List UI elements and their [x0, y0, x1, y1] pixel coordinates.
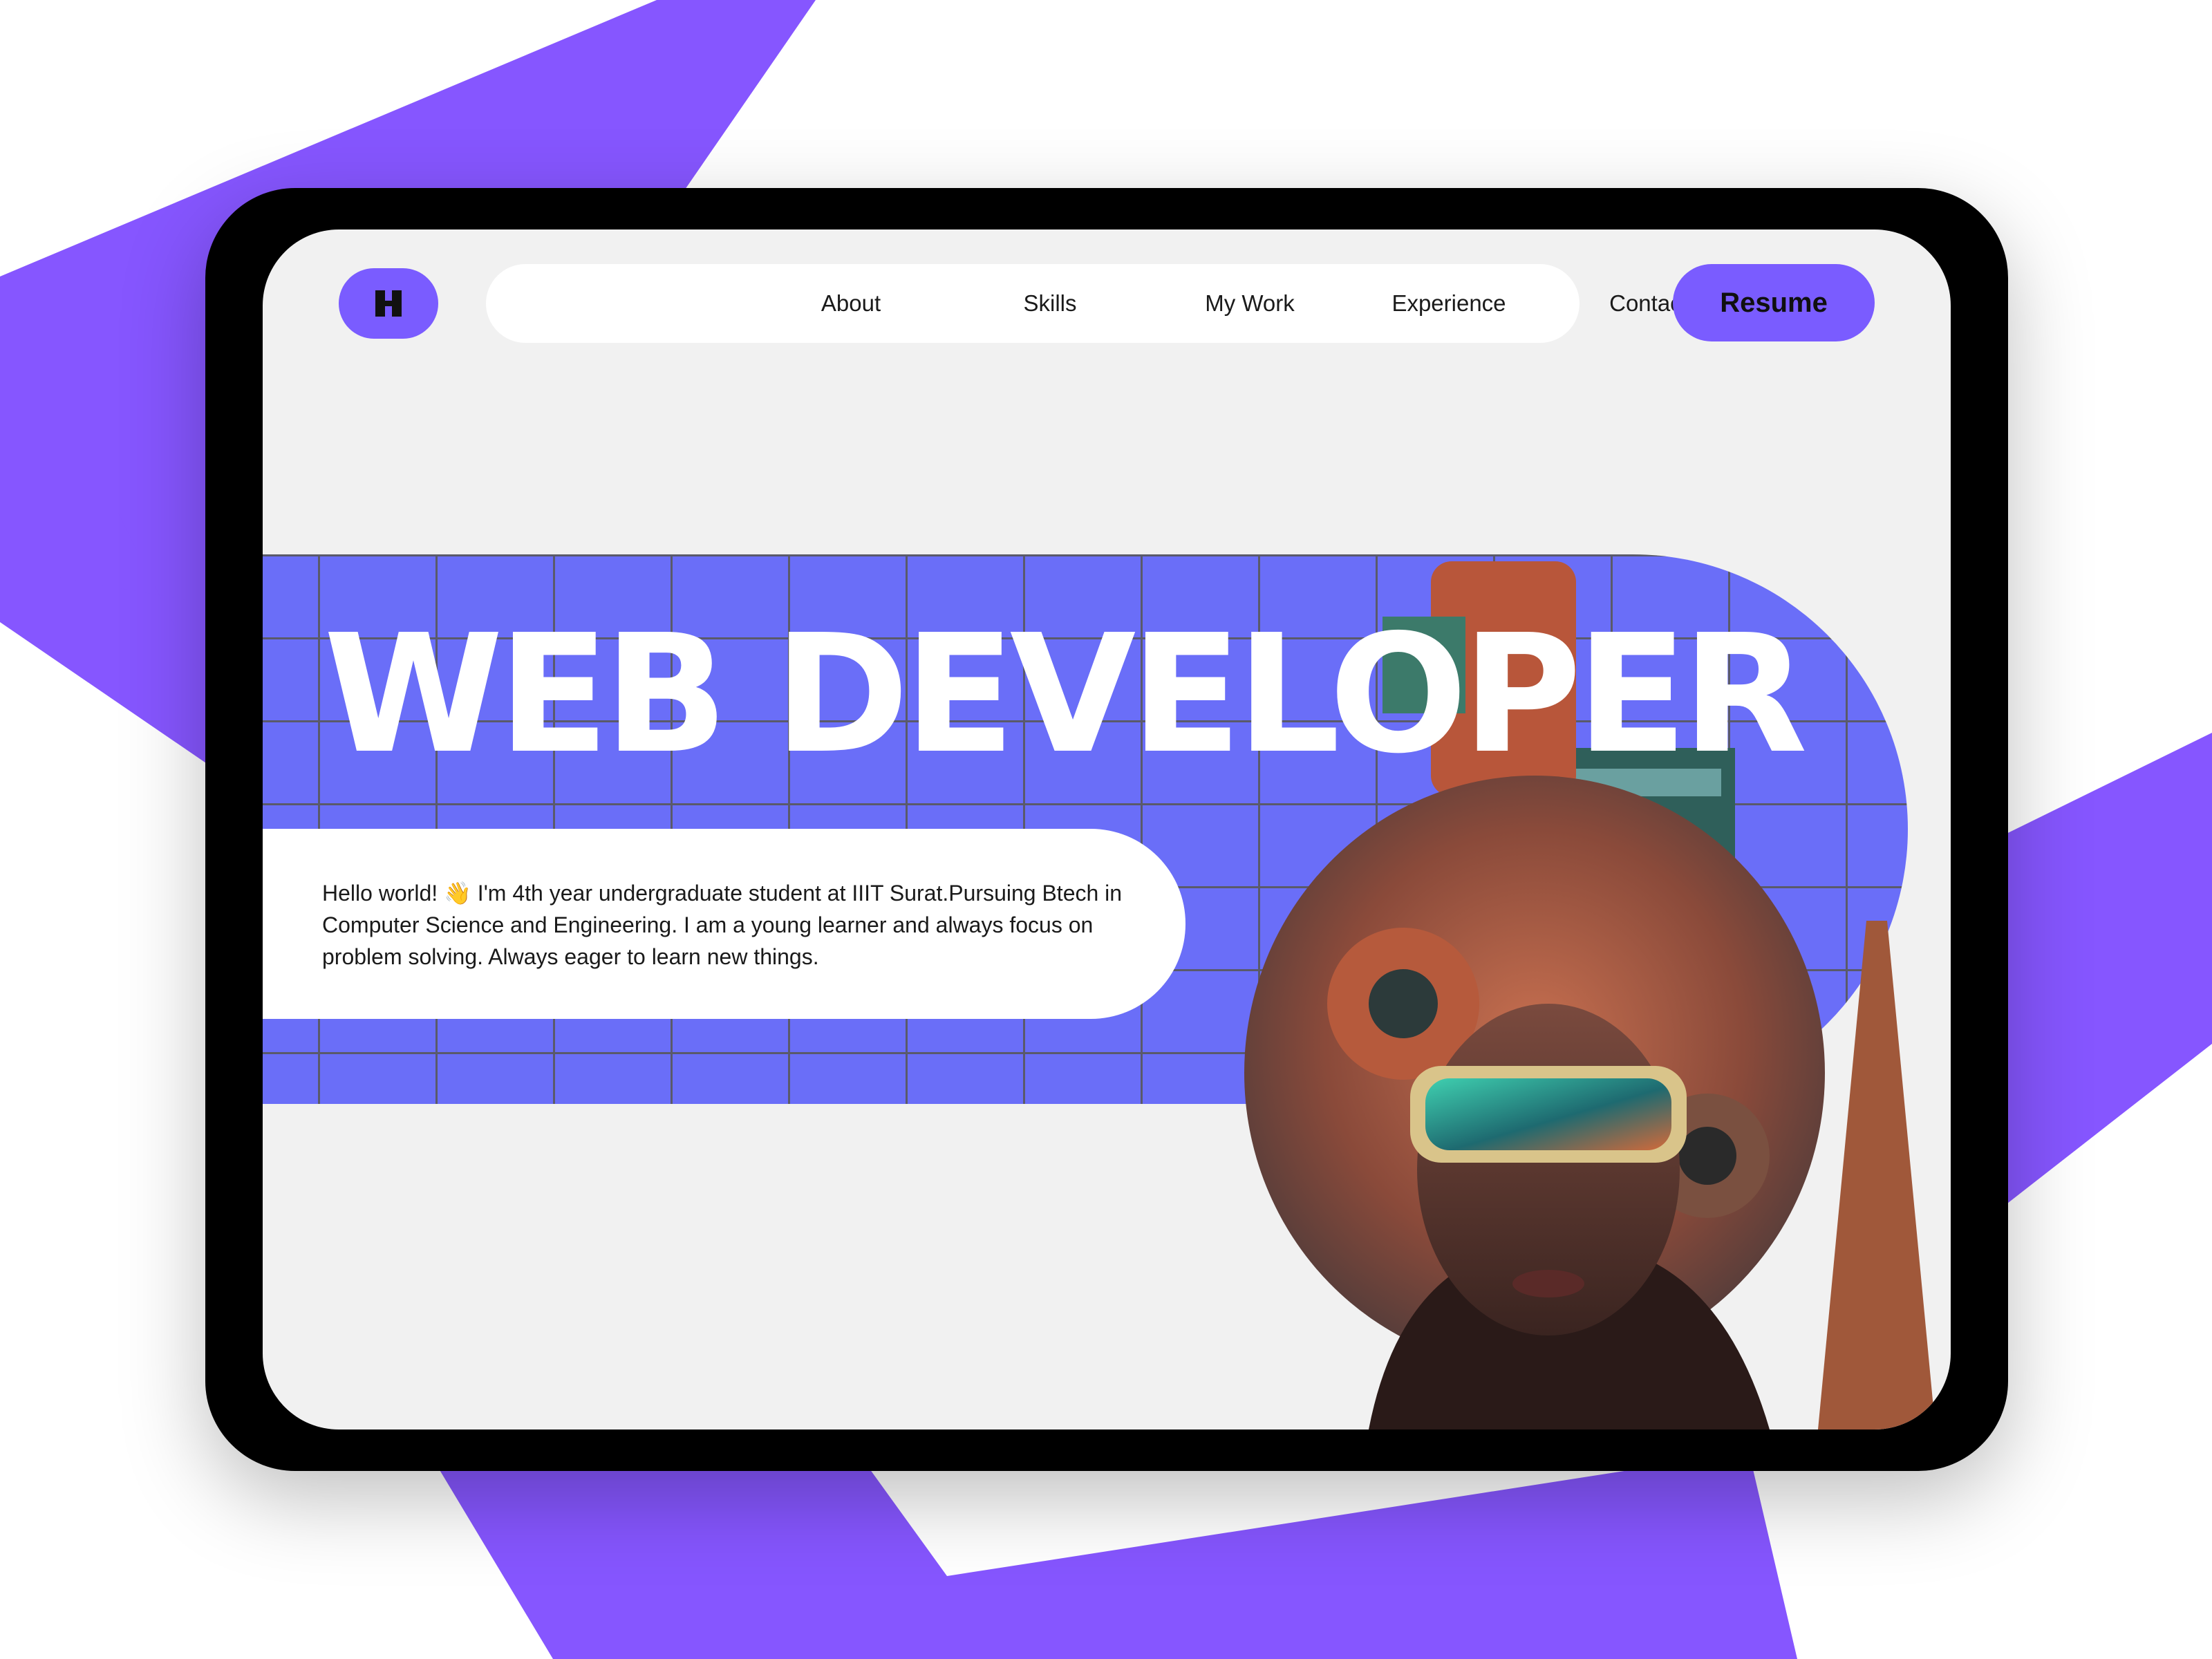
nav-item-about[interactable]: About	[768, 264, 934, 343]
nav-item-skills[interactable]: Skills	[967, 264, 1133, 343]
nav-bar: About Skills My Work Experience Contact	[486, 264, 1688, 343]
hero-headline: WEB DEVELOPER	[324, 599, 1808, 789]
screen: About Skills My Work Experience Contact …	[263, 229, 1951, 1430]
resume-button[interactable]: Resume	[1673, 264, 1875, 341]
h-logo-icon	[375, 290, 402, 317]
nav-item-my-work[interactable]: My Work	[1167, 264, 1333, 343]
intro-card: Hello world! 👋 I'm 4th year undergraduat…	[263, 829, 1185, 1019]
nav-item-experience[interactable]: Experience	[1366, 264, 1532, 343]
logo-button[interactable]	[339, 268, 438, 339]
tablet-device: About Skills My Work Experience Contact …	[205, 188, 2008, 1471]
intro-text: Hello world! 👋 I'm 4th year undergraduat…	[322, 881, 1123, 969]
bg-shape-bottom	[429, 1452, 1797, 1659]
